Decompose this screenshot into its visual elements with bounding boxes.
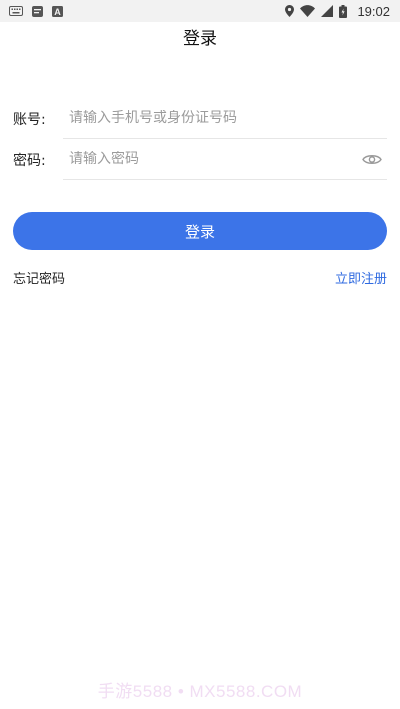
link-row: 忘记密码 立即注册 <box>13 268 387 287</box>
location-pin-icon <box>285 5 295 17</box>
password-label: 密码: <box>13 152 46 169</box>
keyboard-icon <box>9 6 23 16</box>
a-letter-icon: A <box>52 5 63 17</box>
account-field-row: 账号: <box>13 98 387 139</box>
account-label: 账号: <box>13 111 46 128</box>
battery-icon <box>339 4 348 18</box>
eye-icon[interactable] <box>361 152 383 166</box>
status-bar: A 19:02 <box>0 0 400 22</box>
cell-signal-icon <box>321 5 334 17</box>
account-input[interactable] <box>69 110 387 126</box>
login-button[interactable]: 登录 <box>13 212 387 250</box>
password-field-box <box>63 139 387 180</box>
status-bar-notifications: A <box>9 5 63 17</box>
status-time: 19:02 <box>357 3 390 19</box>
register-link[interactable]: 立即注册 <box>335 268 387 287</box>
wifi-icon <box>300 5 316 17</box>
account-field-box <box>63 98 387 139</box>
forgot-password-link[interactable]: 忘记密码 <box>13 268 65 287</box>
status-bar-system: 19:02 <box>285 4 390 19</box>
watermark-text: 手游5588 • MX5588.COM <box>97 682 303 701</box>
page-title: 登录 <box>183 29 217 49</box>
password-field-row: 密码: <box>13 139 387 180</box>
a-letter-text: A <box>54 7 61 17</box>
password-input[interactable] <box>69 151 361 167</box>
message-icon <box>32 5 43 17</box>
